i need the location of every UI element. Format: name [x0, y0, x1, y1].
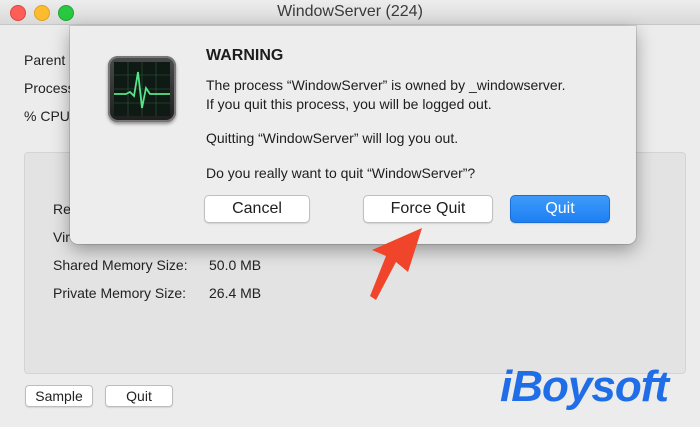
title-bar: WindowServer (224) — [0, 0, 700, 25]
warning-dialog: WARNING The process “WindowServer” is ow… — [70, 26, 636, 244]
quit-button[interactable]: Quit — [510, 195, 610, 223]
private-memory-value: 26.4 MB — [209, 285, 262, 301]
dialog-message-line3: Quitting “WindowServer” will log you out… — [206, 130, 459, 146]
force-quit-button[interactable]: Force Quit — [363, 195, 493, 223]
cpu-label: % CPU: — [24, 108, 74, 124]
shared-memory-label: Shared Memory Size: — [53, 257, 188, 273]
red-arrow-annotation — [370, 228, 422, 300]
private-memory-label: Private Memory Size: — [53, 285, 187, 301]
activity-monitor-icon — [108, 56, 176, 122]
sample-button[interactable]: Sample — [25, 385, 93, 407]
quit-process-button[interactable]: Quit — [105, 385, 173, 407]
iboysoft-logo: iBoysoft — [500, 362, 669, 411]
dialog-title: WARNING — [206, 47, 284, 64]
real-memory-label: Re — [53, 201, 71, 217]
window-title: WindowServer (224) — [277, 3, 423, 20]
parent-label: Parent — [24, 52, 66, 68]
virtual-memory-label: Vir — [53, 229, 70, 245]
dialog-message-line4: Do you really want to quit “WindowServer… — [206, 165, 476, 181]
process-label: Process — [24, 80, 75, 96]
dialog-message-line1: The process “WindowServer” is owned by _… — [206, 77, 566, 93]
dialog-message-line2: If you quit this process, you will be lo… — [206, 96, 492, 112]
cancel-button[interactable]: Cancel — [204, 195, 310, 223]
shared-memory-value: 50.0 MB — [209, 257, 262, 273]
